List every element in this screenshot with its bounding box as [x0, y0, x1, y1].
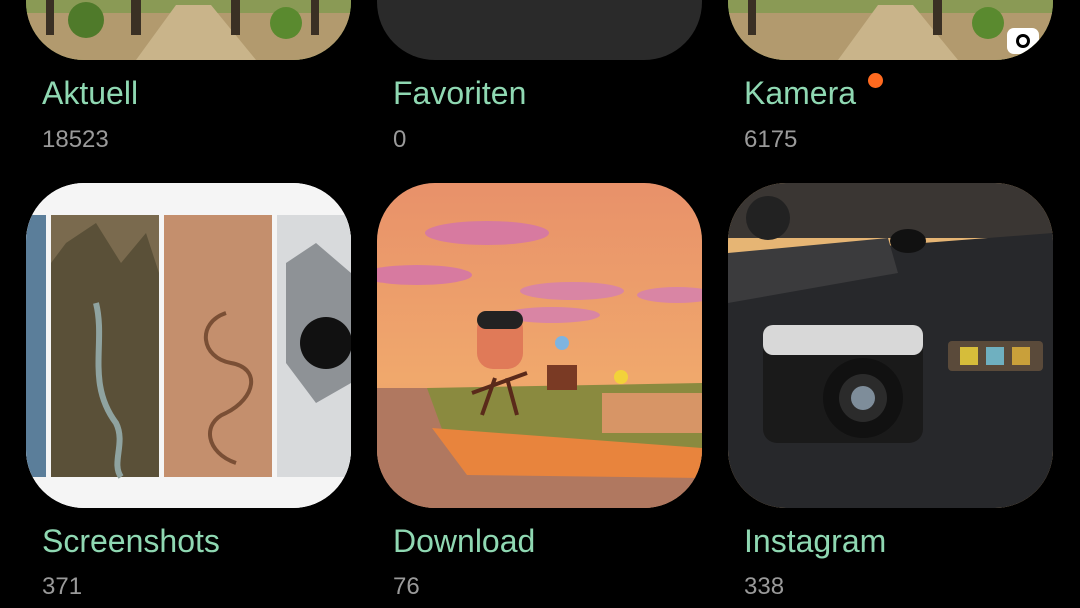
album-count: 6175	[744, 126, 798, 153]
album-thumbnail[interactable]	[377, 183, 702, 508]
album-title: Favoriten	[393, 75, 527, 111]
camera-icon	[1007, 28, 1039, 54]
album-count: 0	[393, 126, 407, 153]
album-title: Screenshots	[42, 523, 220, 559]
album-thumbnail[interactable]	[26, 0, 351, 60]
album-thumbnail[interactable]	[377, 0, 702, 60]
album-title: Kamera	[744, 75, 857, 111]
album-title: Instagram	[744, 523, 887, 559]
album-thumbnail[interactable]	[26, 183, 351, 508]
album-count: 338	[744, 573, 785, 600]
album-thumbnail[interactable]	[728, 0, 1053, 60]
album-count: 76	[393, 573, 420, 600]
album-count: 18523	[42, 126, 109, 153]
album-count: 371	[42, 573, 83, 600]
album-title: Aktuell	[42, 75, 139, 111]
album-title: Download	[393, 523, 536, 559]
album-thumbnail[interactable]	[728, 183, 1053, 508]
new-indicator-dot	[868, 73, 883, 88]
